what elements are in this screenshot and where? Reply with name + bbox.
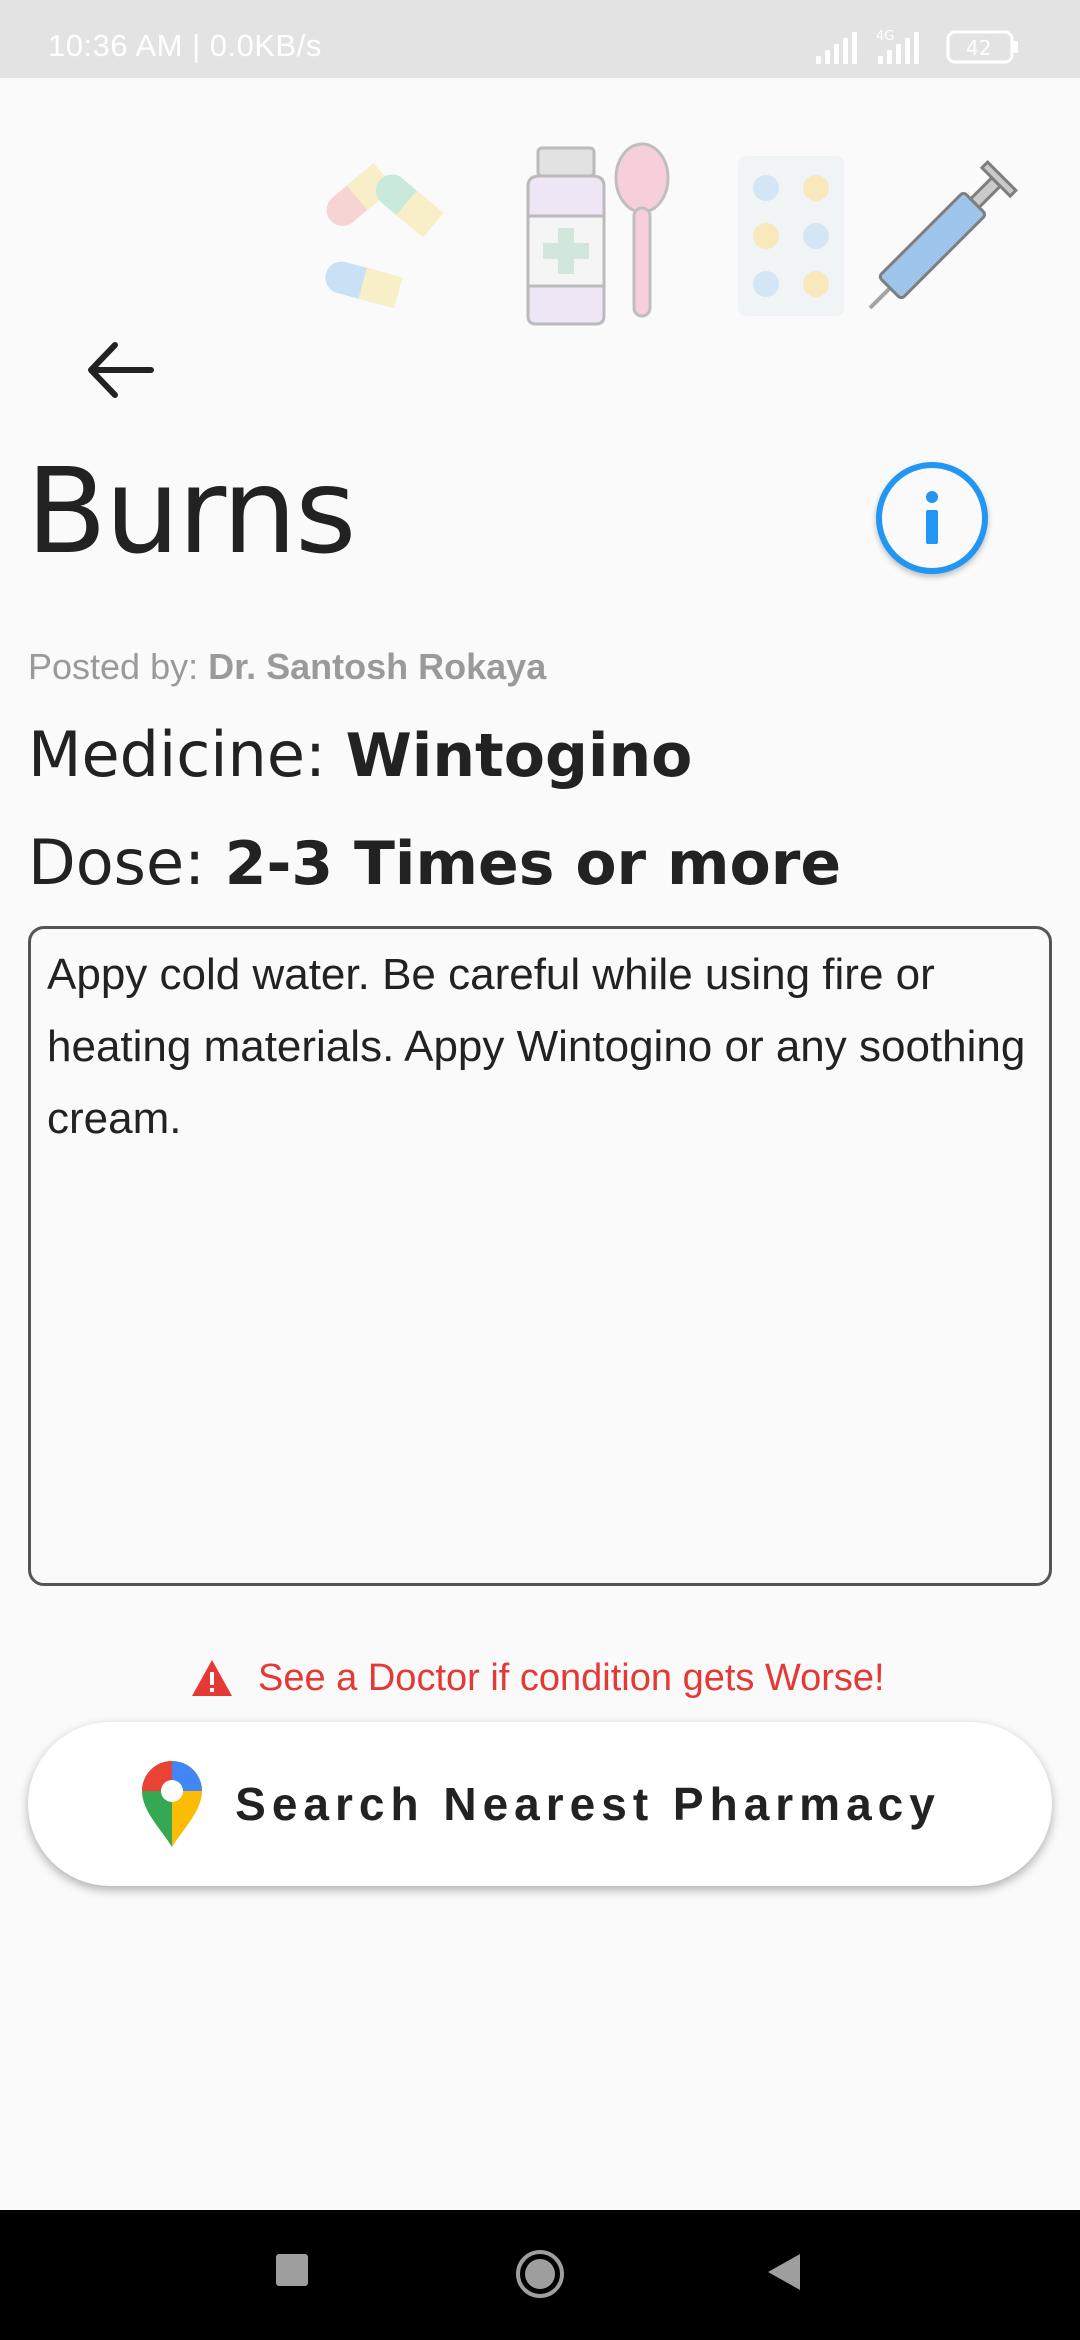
pill-blister-icon bbox=[738, 156, 844, 316]
info-icon bbox=[926, 491, 938, 544]
medicine-label: Medicine: bbox=[28, 718, 346, 791]
spoon-icon bbox=[614, 142, 670, 318]
syringe-icon bbox=[868, 160, 1018, 310]
battery-icon: 42 bbox=[946, 30, 1018, 64]
description-box[interactable]: Appy cold water. Be careful while using … bbox=[28, 926, 1052, 1586]
medicine-line: Medicine: Wintogino bbox=[28, 718, 692, 791]
status-time: 10:36 AM | 0.0KB/s bbox=[48, 28, 322, 63]
page-title: Burns bbox=[26, 442, 356, 580]
search-pharmacy-label: Search Nearest Pharmacy bbox=[235, 1778, 941, 1830]
medicine-illustration bbox=[290, 138, 1030, 338]
capsules-icon bbox=[325, 163, 444, 309]
recent-apps-button[interactable] bbox=[274, 2252, 310, 2288]
signal-icon bbox=[816, 32, 857, 64]
medicine-value: Wintogino bbox=[345, 721, 693, 791]
posted-by-label: Posted by: bbox=[28, 646, 209, 687]
dose-label: Dose: bbox=[28, 826, 225, 899]
search-pharmacy-button[interactable]: Search Nearest Pharmacy bbox=[28, 1722, 1052, 1886]
dose-value: 2-3 Times or more bbox=[224, 829, 842, 899]
arrow-left-icon bbox=[88, 342, 154, 398]
posted-by: Posted by: Dr. Santosh Rokaya bbox=[28, 646, 546, 688]
battery-level: 42 bbox=[966, 36, 991, 60]
back-button[interactable] bbox=[80, 330, 160, 410]
maps-pin-icon bbox=[142, 1761, 203, 1847]
medicine-bottle-icon bbox=[526, 146, 606, 326]
home-button[interactable] bbox=[514, 2248, 566, 2300]
warning-text: See a Doctor if condition gets Worse! bbox=[258, 1656, 885, 1699]
system-nav-bar bbox=[0, 2210, 1080, 2340]
info-button[interactable] bbox=[876, 462, 988, 574]
warning-message: See a Doctor if condition gets Worse! bbox=[190, 1650, 885, 1706]
back-nav-button[interactable] bbox=[764, 2252, 804, 2292]
posted-by-name: Dr. Santosh Rokaya bbox=[208, 646, 547, 687]
dose-line: Dose: 2-3 Times or more bbox=[28, 826, 841, 899]
status-bar: 10:36 AM | 0.0KB/s 4G 42 bbox=[0, 0, 1080, 78]
status-icons: 4G 42 bbox=[816, 26, 1028, 66]
network-type-label: 4G bbox=[876, 29, 894, 44]
warning-triangle-icon bbox=[192, 1660, 232, 1696]
